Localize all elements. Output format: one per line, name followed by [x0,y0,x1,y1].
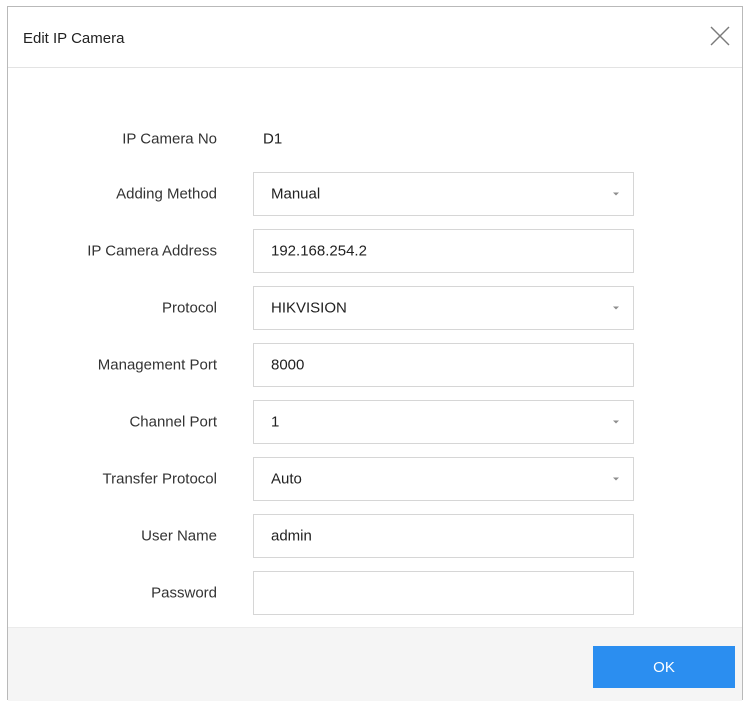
management-port-value: 8000 [271,356,305,374]
row-channel-port: Channel Port 1 [8,400,742,444]
ok-button[interactable]: OK [593,646,735,688]
chevron-down-icon [613,306,619,310]
protocol-label: Protocol [161,299,217,317]
management-port-input[interactable]: 8000 [253,343,634,387]
row-adding-method: Adding Method Manual [8,172,742,216]
adding-method-select[interactable]: Manual [253,172,634,216]
transfer-protocol-select[interactable]: Auto [253,457,634,501]
row-camera-no: IP Camera No D1 [8,117,742,161]
close-icon[interactable] [708,24,732,48]
chevron-down-icon [613,477,619,481]
dialog-footer: OK [8,627,742,701]
user-name-value: admin [271,527,312,545]
adding-method-label: Adding Method [116,185,217,203]
row-transfer-protocol: Transfer Protocol Auto [8,457,742,501]
camera-no-label: IP Camera No [122,130,217,148]
dialog-title: Edit IP Camera [23,30,125,47]
management-port-label: Management Port [97,356,217,374]
row-user-name: User Name admin [8,514,742,558]
row-management-port: Management Port 8000 [8,343,742,387]
row-protocol: Protocol HIKVISION [8,286,742,330]
user-name-input[interactable]: admin [253,514,634,558]
transfer-protocol-label: Transfer Protocol [102,470,218,488]
dialog-body: IP Camera No D1 Adding Method Manual IP … [8,68,742,638]
dialog-titlebar: Edit IP Camera [8,7,742,68]
protocol-select[interactable]: HIKVISION [253,286,634,330]
password-label: Password [151,584,217,602]
edit-ip-camera-dialog: Edit IP Camera IP Camera No D1 Adding Me… [7,6,743,701]
adding-method-value: Manual [271,185,321,203]
ip-address-label: IP Camera Address [87,242,217,260]
channel-port-value: 1 [271,413,280,431]
password-input[interactable] [253,571,634,615]
ip-address-value: 192.168.254.2 [271,242,367,260]
camera-no-value: D1 [263,130,283,148]
chevron-down-icon [613,192,619,196]
channel-port-select[interactable]: 1 [253,400,634,444]
row-password: Password [8,571,742,615]
chevron-down-icon [613,420,619,424]
transfer-protocol-value: Auto [271,470,302,488]
ip-address-input[interactable]: 192.168.254.2 [253,229,634,273]
protocol-value: HIKVISION [271,299,347,317]
user-name-label: User Name [141,527,217,545]
row-ip-address: IP Camera Address 192.168.254.2 [8,229,742,273]
channel-port-label: Channel Port [129,413,217,431]
